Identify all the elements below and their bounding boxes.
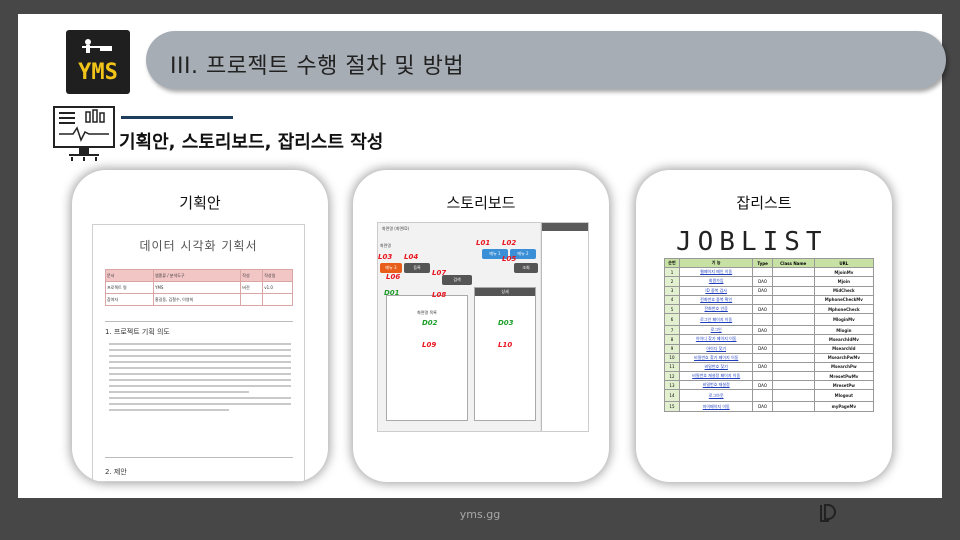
sb-code: L09 [422, 341, 437, 349]
analytics-monitor-icon [53, 106, 115, 161]
doc-text-line [109, 355, 291, 357]
doc-text-line [109, 379, 291, 381]
storyboard-description-panel [541, 223, 588, 431]
doc-section-2: 2. 제안 [105, 468, 127, 476]
joblist-row: 3 ID 중복 검사 DAO MidCheck [664, 285, 875, 296]
doc-heading: 데이터 시각화 기획서 [139, 239, 258, 253]
doc-text-line [109, 409, 229, 411]
logo-text: YMS [78, 60, 118, 85]
sb-list-pane: 화면명 목록 [386, 295, 468, 421]
doc-text-line [109, 367, 291, 369]
joblist-row: 1 웹페이지 메인 이동 MjoinMv [664, 267, 875, 278]
card-title-plan: 기획안 [179, 194, 221, 212]
joblist-title: JOBLIST [676, 227, 828, 257]
yms-logo: YMS [66, 30, 130, 94]
doc-text-line [109, 373, 291, 375]
person-desk-icon [82, 39, 112, 53]
joblist-row: 10 비밀번호 찾기 페이지 이동 MsearchPwMv [664, 352, 875, 363]
doc-text-line [109, 343, 291, 345]
joblist-table: 순번 기 능 Type Class Name URL 1 웹페이지 메인 이동 Mj… [664, 257, 875, 412]
plan-document-thumbnail: 데이터 시각화 기획서 문서 앱종류 / 분석도구 작성 작성일 프로젝트 명 YMS 버… [92, 224, 305, 482]
storyboard-thumbnail: 화면명 (화면ID) 화면명 메뉴 1 메뉴 2 메뉴 3 등록 조회 검색 화… [377, 222, 589, 432]
joblist-row: 15 마이페이지 이동 DAO myPageMv [664, 401, 875, 412]
storyboard-canvas: 화면명 (화면ID) 화면명 메뉴 1 메뉴 2 메뉴 3 등록 조회 검색 화… [378, 223, 540, 431]
doc-text-line [109, 349, 291, 351]
sb-code: D03 [498, 319, 514, 327]
card-title-storyboard: 스토리보드 [446, 194, 516, 212]
sb-button: 메뉴 3 [380, 263, 402, 273]
sb-code: L05 [502, 255, 517, 263]
sb-code: L07 [432, 269, 447, 277]
joblist-row: 7 로그인 DAO Mlogin [664, 325, 875, 336]
sb-code: L03 [378, 253, 393, 261]
joblist-row: 14 로그아웃 Mlogout [664, 389, 875, 403]
joblist-row: 4 전화번호 중복 확인 MphoneCheckMv [664, 294, 875, 305]
sb-code: L02 [502, 239, 517, 247]
sb-left-label: 화면명 [380, 243, 392, 248]
card-joblist: 잡리스트 JOBLIST 순번 기 능 Type Class Name URL … [636, 170, 892, 482]
sb-code: D01 [384, 289, 400, 297]
corner-logo-icon [820, 504, 836, 522]
joblist-row: 12 비밀번호 재설정 페이지 이동 MresetPwMv [664, 371, 875, 382]
joblist-row: 2 회원가입 DAO Mjoin [664, 276, 875, 287]
joblist-row: 8 아이디 찾기 페이지 이동 MsearchIdMv [664, 334, 875, 345]
sb-detail-pane: 상세 [474, 287, 536, 421]
card-storyboard: 스토리보드 화면명 (화면ID) 화면명 메뉴 1 메뉴 2 메뉴 3 등록 조… [353, 170, 609, 482]
card-plan: 기획안 데이터 시각화 기획서 문서 앱종류 / 분석도구 작성 작성일 프로젝트 명… [72, 170, 328, 482]
doc-divider [105, 457, 293, 458]
card-title-joblist: 잡리스트 [736, 194, 792, 212]
section-subtitle: 기획안, 스토리보드, 잡리스트 작성 [119, 132, 384, 153]
joblist-row: 9 아이디 찾기 DAO MsearchId [664, 343, 875, 354]
joblist-row: 13 비밀번호 재설정 DAO MresetPw [664, 380, 875, 391]
doc-text-line [109, 397, 291, 399]
joblist-row: 5 전화번호 인증 DAO MphoneCheck [664, 303, 875, 315]
subtitle-accent-rule [121, 116, 233, 119]
sb-button: 조회 [514, 263, 538, 273]
doc-divider [105, 321, 293, 322]
doc-text-line [109, 403, 291, 405]
doc-text-line [109, 391, 249, 393]
sb-button: 등록 [404, 263, 430, 273]
joblist-row: 6 로그인 페이지 이동 MloginMv [664, 313, 875, 327]
sb-code: L08 [432, 291, 447, 299]
doc-section-1: 1. 프로젝트 기획 의도 [105, 328, 170, 336]
doc-text-line [109, 385, 291, 387]
sb-top-label: 화면명 (화면ID) [382, 226, 410, 231]
sb-code: L04 [404, 253, 419, 261]
doc-info-table: 문서 앱종류 / 분석도구 작성 작성일 프로젝트 명 YMS 버전 v1.0 참여자 홍길동… [105, 269, 293, 306]
joblist-thumbnail: JOBLIST 순번 기 능 Type Class Name URL 1 웹페이지… [664, 226, 875, 440]
sb-code: D02 [422, 319, 438, 327]
page-title: III. 프로젝트 수행 절차 및 방법 [170, 54, 465, 79]
joblist-row: 11 비밀번호 찾기 DAO MsearchPw [664, 361, 875, 373]
sb-button: 검색 [442, 275, 472, 285]
doc-text-line [109, 361, 291, 363]
sb-code: L01 [476, 239, 491, 247]
sb-code: L06 [386, 273, 401, 281]
sb-code: L10 [498, 341, 513, 349]
